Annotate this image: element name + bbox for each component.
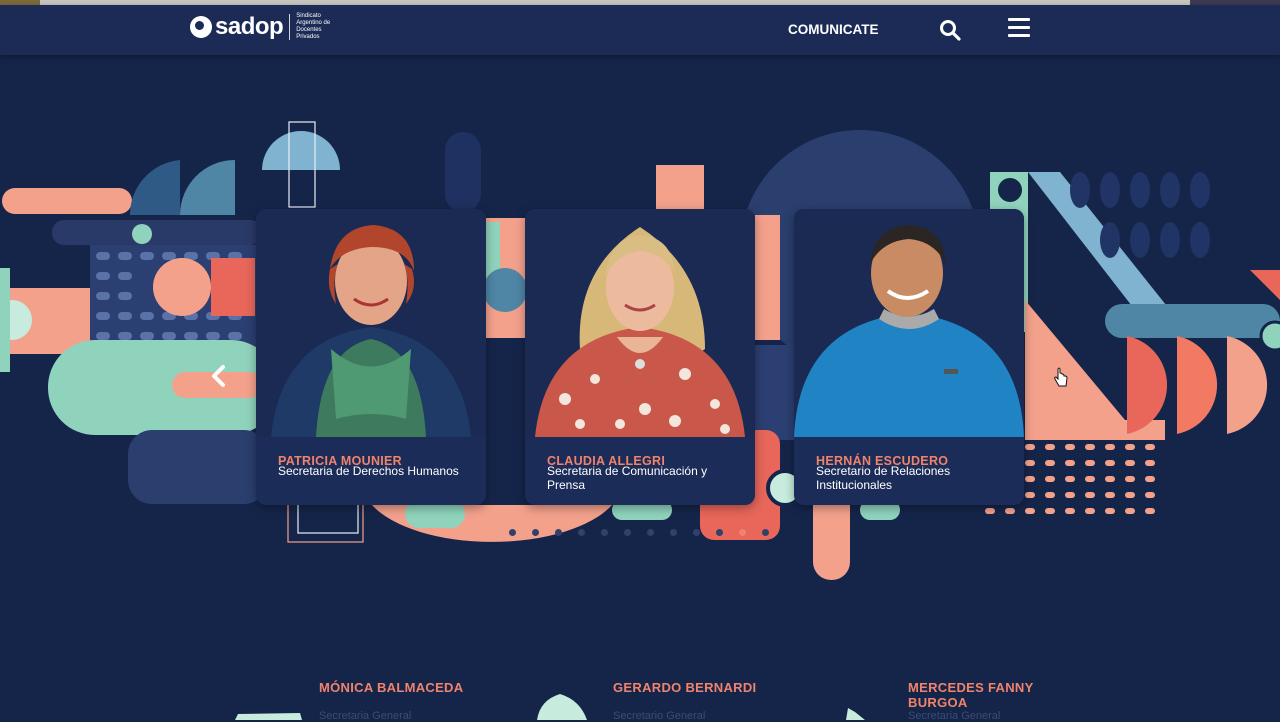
lower-card-name-3: MERCEDES FANNY BURGOA [908,680,1034,710]
carousel-pagination [509,529,785,536]
hand-cursor-icon [1054,367,1068,387]
logo-mark-icon [190,16,212,38]
site-header: sadop Sindicato Argentino de Docentes Pr… [0,5,1280,55]
pagination-dot[interactable] [762,529,769,536]
pagination-dot[interactable] [670,529,677,536]
comunicate-link[interactable]: COMUNICATE [788,22,879,37]
portrait-photo [525,209,755,437]
lower-card-role-1: Secretaria General [319,710,412,722]
sadop-logo[interactable]: sadop Sindicato Argentino de Docentes Pr… [190,13,336,41]
lower-card-role-2: Secretario General [613,710,706,722]
search-icon[interactable] [939,19,961,41]
lower-card-name-1: MÓNICA BALMACEDA [319,680,464,695]
logo-text: sadop [215,13,284,40]
card-role: Secretario de Relaciones Institucionales [816,464,951,492]
pagination-dot[interactable] [739,529,746,536]
team-card-1[interactable]: PATRICIA MOUNIER Secretaria de Derechos … [256,209,486,505]
logo-subtitle: Sindicato Argentino de Docentes Privados [296,13,331,40]
pagination-dot[interactable] [693,529,700,536]
pagination-dot[interactable] [624,529,631,536]
pagination-dot[interactable] [716,529,723,536]
pagination-dot[interactable] [509,529,516,536]
pagination-dot[interactable] [532,529,539,536]
portrait-photo [256,209,486,437]
portrait-photo [794,209,1024,437]
chevron-left-icon[interactable] [208,362,230,390]
team-card-2[interactable]: CLAUDIA ALLEGRI Secretaria de Comunicaci… [525,209,755,505]
lower-card-role-3: Secretaria General [908,710,1001,722]
team-card-3[interactable]: HERNÁN ESCUDERO Secretario de Relaciones… [794,209,1024,505]
card-role: Secretaria de Derechos Humanos [278,464,459,478]
pagination-dot[interactable] [647,529,654,536]
pagination-dot[interactable] [601,529,608,536]
lower-card-name-2: GERARDO BERNARDI [613,680,757,695]
hamburger-menu-icon[interactable] [1008,18,1030,38]
card-role: Secretaria de Comunicación y Prensa [547,464,708,492]
logo-separator [289,14,291,40]
pagination-dot[interactable] [578,529,585,536]
pagination-dot[interactable] [555,529,562,536]
